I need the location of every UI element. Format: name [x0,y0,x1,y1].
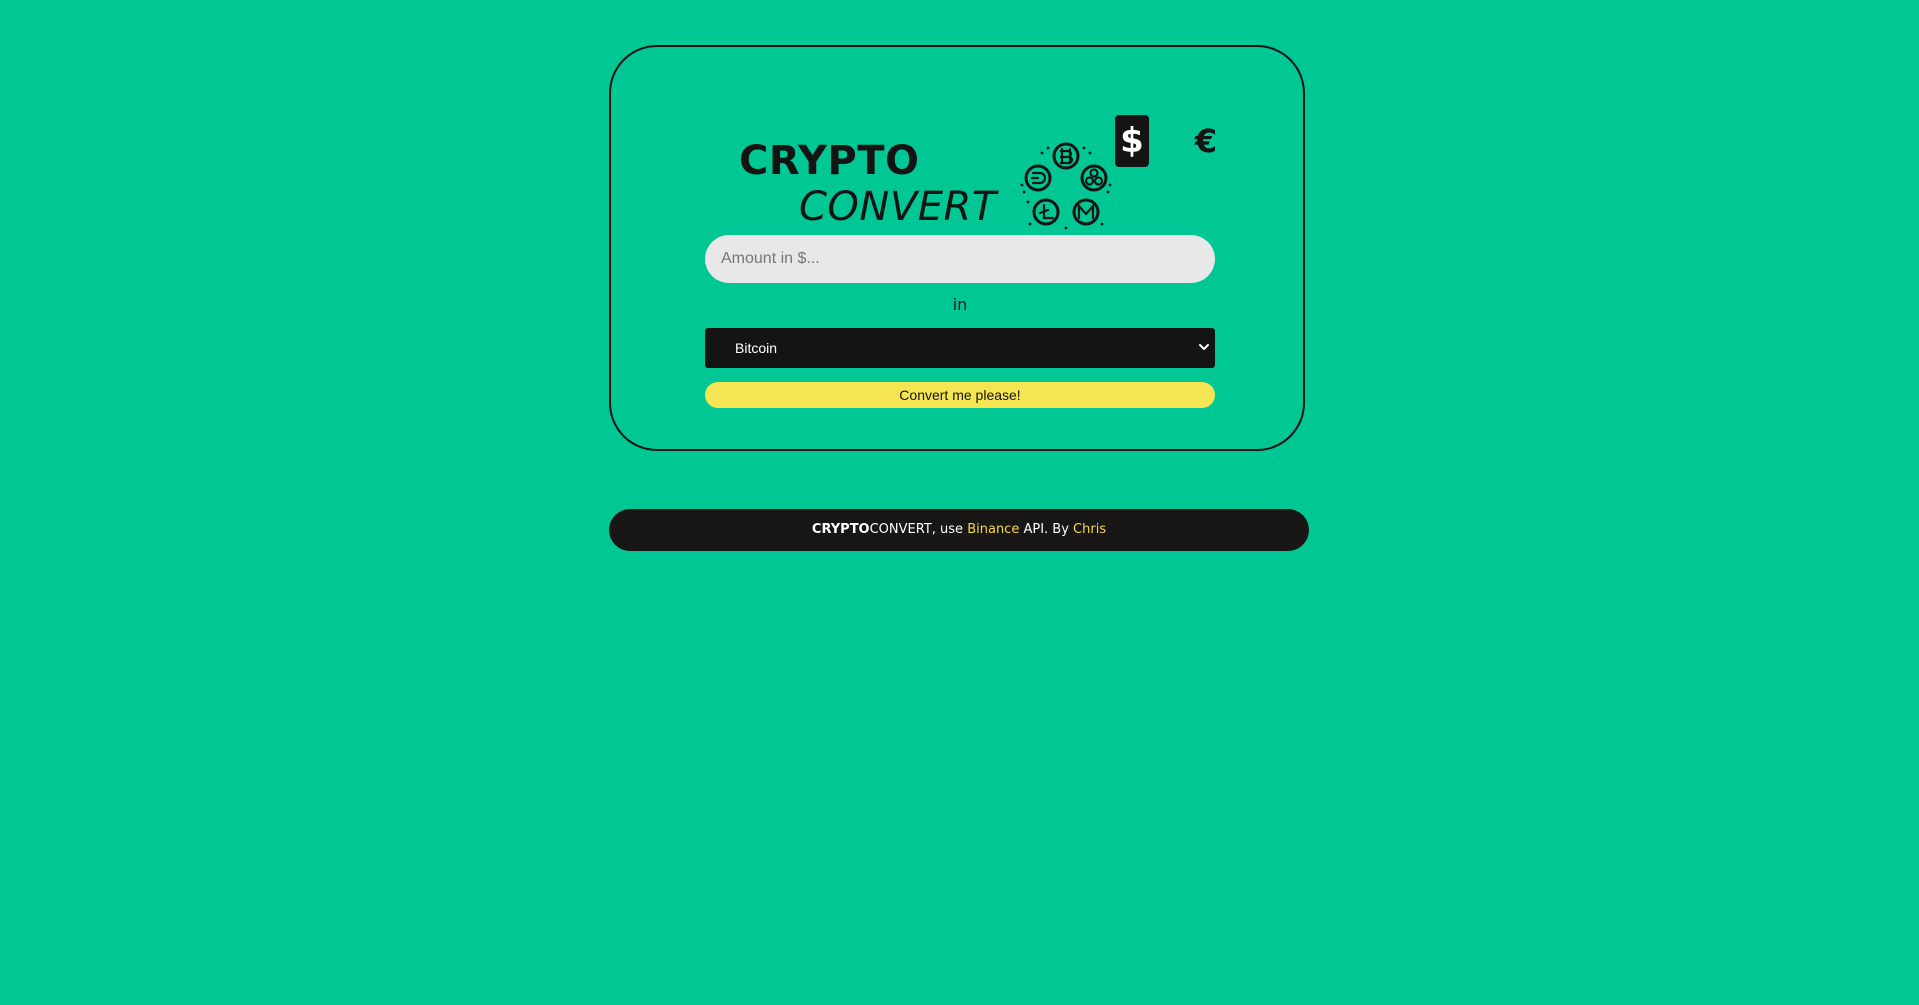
crypto-select[interactable]: Bitcoin [705,328,1215,368]
crypto-convert-logo: CRYPTO CONVERT [705,92,1112,230]
converter-card: CRYPTO CONVERT $ € Amount in $... in Bit… [609,45,1305,451]
logo-word-crypto: CRYPTO [739,138,920,184]
binance-link[interactable]: Binance [967,522,1019,537]
footer-brand-rest: CONVERT [869,522,932,537]
crypto-select-value: Bitcoin [735,340,778,356]
currency-usd-button[interactable]: $ [1115,115,1149,167]
footer-bar: CRYPTOCONVERT, use Binance API. By Chris [609,509,1309,551]
footer-text-api-by: API. By [1019,522,1074,537]
crypto-coins-icon [1020,142,1112,230]
in-label: in [952,295,968,314]
amount-input[interactable] [705,235,1215,283]
logo-word-convert: CONVERT [799,184,997,230]
footer-brand-bold: CRYPTO [811,522,870,537]
footer-text-use: , use [931,522,968,537]
currency-eur-button[interactable]: € [1189,115,1223,167]
convert-button[interactable]: Convert me please! [705,382,1215,408]
author-link[interactable]: Chris [1073,522,1106,537]
chevron-down-icon [1199,344,1209,350]
